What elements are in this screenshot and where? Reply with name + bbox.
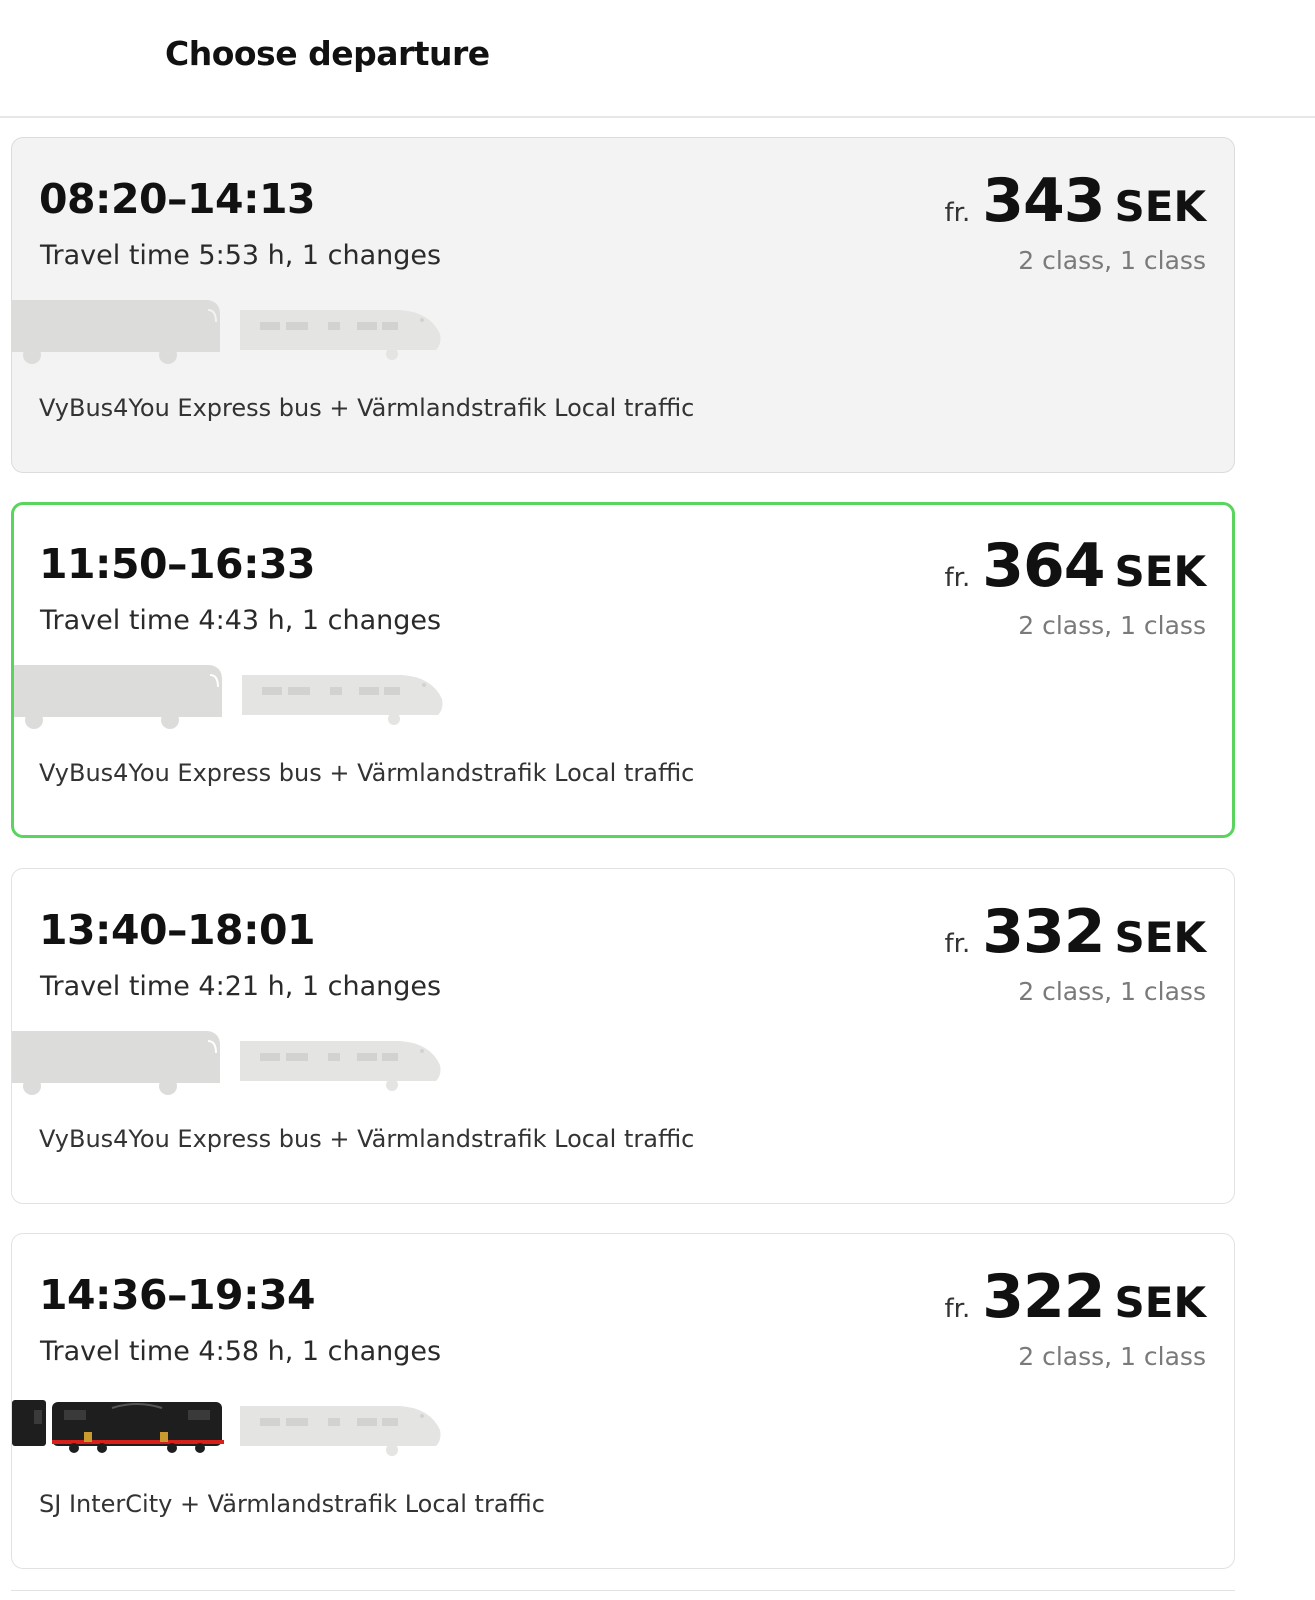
page-header: Choose departure	[0, 0, 1315, 118]
price-prefix: fr.	[944, 563, 971, 593]
departure-times: 13:40–18:01	[39, 906, 316, 954]
operator-list: VyBus4You Express bus + Värmlandstrafik …	[39, 1125, 695, 1153]
train-icon	[240, 310, 441, 360]
price-currency: SEK	[1114, 913, 1207, 962]
page-title: Choose departure	[165, 34, 490, 73]
travel-time: Travel time 5:53 h, 1 changes	[40, 240, 442, 271]
departure-card[interactable]: 13:40–18:01 Travel time 4:21 h, 1 change…	[11, 868, 1235, 1204]
price-prefix: fr.	[944, 929, 971, 959]
bus-icon	[12, 1031, 220, 1095]
travel-time: Travel time 4:58 h, 1 changes	[40, 1336, 442, 1367]
locomotive-icon	[12, 1400, 224, 1453]
price-prefix: fr.	[944, 198, 971, 228]
departure-card[interactable]: 08:20–14:13 Travel time 5:53 h, 1 change…	[11, 137, 1235, 473]
travel-classes: 2 class, 1 class	[1018, 611, 1206, 640]
price: fr. 322 SEK	[945, 1262, 1206, 1332]
vehicle-strip	[12, 1396, 452, 1466]
operator-list: VyBus4You Express bus + Värmlandstrafik …	[39, 394, 695, 422]
departure-card-selected[interactable]: 11:50–16:33 Travel time 4:43 h, 1 change…	[11, 502, 1235, 838]
departure-times: 11:50–16:33	[39, 540, 316, 588]
bus-icon	[14, 665, 222, 729]
travel-classes: 2 class, 1 class	[1018, 1342, 1206, 1371]
operator-list: VyBus4You Express bus + Värmlandstrafik …	[39, 759, 695, 787]
price: fr. 343 SEK	[945, 166, 1206, 236]
travel-classes: 2 class, 1 class	[1018, 977, 1206, 1006]
bus-icon	[12, 300, 220, 364]
vehicle-strip	[12, 1031, 452, 1101]
departure-times: 14:36–19:34	[39, 1271, 316, 1319]
next-card-edge	[11, 1590, 1235, 1600]
price-value: 322	[982, 1262, 1105, 1332]
price-currency: SEK	[1114, 1278, 1207, 1327]
price-currency: SEK	[1114, 182, 1207, 231]
price: fr. 364 SEK	[945, 531, 1206, 601]
train-icon	[240, 1041, 441, 1091]
price-value: 332	[982, 897, 1105, 967]
departure-times: 08:20–14:13	[39, 175, 316, 223]
price-value: 364	[982, 531, 1105, 601]
operator-list: SJ InterCity + Värmlandstrafik Local tra…	[39, 1490, 545, 1518]
travel-time: Travel time 4:43 h, 1 changes	[40, 605, 442, 636]
departure-list-page: Choose departure 08:20–14:13 Travel time…	[0, 0, 1315, 1600]
price: fr. 332 SEK	[945, 897, 1206, 967]
train-icon	[240, 1406, 441, 1456]
travel-time: Travel time 4:21 h, 1 changes	[40, 971, 442, 1002]
price-value: 343	[982, 166, 1105, 236]
price-prefix: fr.	[944, 1294, 971, 1324]
vehicle-strip	[12, 300, 452, 370]
train-icon	[242, 675, 443, 725]
price-currency: SEK	[1114, 547, 1207, 596]
vehicle-strip	[14, 665, 454, 735]
travel-classes: 2 class, 1 class	[1018, 246, 1206, 275]
departure-card[interactable]: 14:36–19:34 Travel time 4:58 h, 1 change…	[11, 1233, 1235, 1569]
